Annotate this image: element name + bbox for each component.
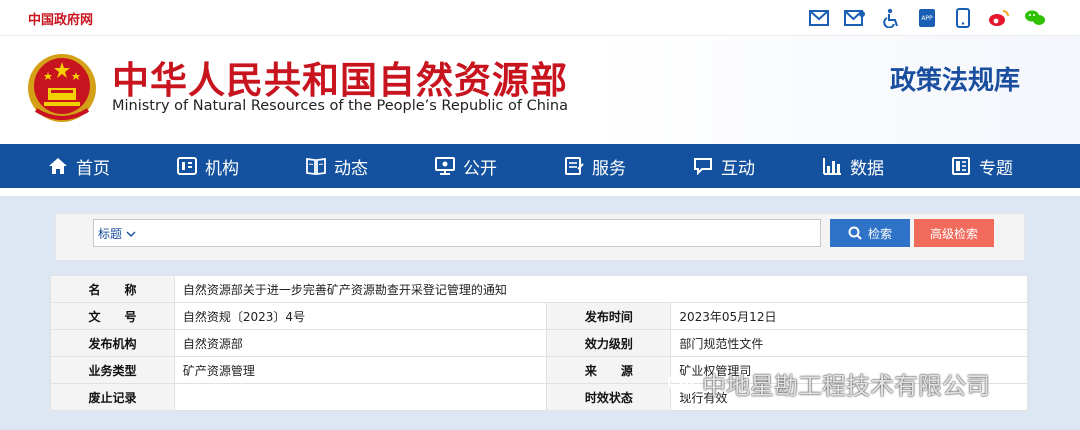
nav-item-label: 专题 bbox=[979, 158, 1013, 179]
nav-item-label: 动态 bbox=[334, 158, 368, 179]
search-input[interactable]: 标题 bbox=[93, 219, 821, 247]
section-title: 政策法规库 bbox=[889, 66, 1020, 96]
search-field-select[interactable]: 标题 bbox=[98, 225, 136, 242]
nav-item-service[interactable]: 服务 bbox=[564, 154, 693, 179]
nav-item-home[interactable]: 首页 bbox=[48, 154, 177, 179]
chart-icon bbox=[823, 158, 841, 175]
site-header: 中华人民共和国自然资源部 Ministry of Natural Resourc… bbox=[0, 36, 1080, 144]
subscribe-mail-icon[interactable] bbox=[844, 7, 866, 29]
table-row: 文 号 自然资规〔2023〕4号 发布时间 2023年05月12日 bbox=[50, 302, 1028, 330]
disclosure-icon bbox=[435, 157, 455, 175]
topic-icon bbox=[952, 157, 970, 175]
advanced-search-button[interactable]: 高级检索 bbox=[914, 219, 994, 247]
national-emblem-icon bbox=[26, 50, 98, 126]
publish-date-label: 发布时间 bbox=[546, 302, 672, 330]
main-nav: 首页 机构 动态 公开 服务 互动 数据 专题 bbox=[0, 144, 1080, 188]
nav-item-label: 服务 bbox=[592, 158, 626, 179]
nav-item-disclosure[interactable]: 公开 bbox=[435, 154, 564, 179]
search-panel: 标题 检索 高级检索 bbox=[55, 213, 1025, 261]
nav-item-org[interactable]: 机构 bbox=[177, 154, 306, 179]
source-label: 来 源 bbox=[546, 356, 672, 384]
interaction-icon bbox=[694, 158, 712, 175]
publish-date-value: 2023年05月12日 bbox=[670, 302, 1028, 330]
nav-item-label: 数据 bbox=[850, 158, 884, 179]
news-icon bbox=[306, 157, 326, 175]
nav-item-label: 机构 bbox=[205, 158, 239, 179]
search-button[interactable]: 检索 bbox=[830, 219, 910, 247]
wechat-icon[interactable] bbox=[1024, 7, 1046, 29]
svg-text:APP: APP bbox=[921, 15, 933, 22]
repeal-value bbox=[173, 383, 548, 411]
level-label: 效力级别 bbox=[546, 329, 672, 357]
status-label: 时效状态 bbox=[546, 383, 672, 411]
table-row: 发布机构 自然资源部 效力级别 部门规范性文件 bbox=[50, 329, 1028, 357]
nav-item-data[interactable]: 数据 bbox=[822, 154, 951, 179]
mobile-icon[interactable] bbox=[952, 7, 974, 29]
doc-no-value: 自然资规〔2023〕4号 bbox=[173, 302, 548, 330]
nav-item-label: 公开 bbox=[463, 158, 497, 179]
category-label: 业务类型 bbox=[50, 356, 175, 384]
table-row: 名 称 自然资源部关于进一步完善矿产资源勘查开采登记管理的通知 bbox=[50, 275, 1029, 303]
watermark-text: 中地星勘工程技术有限公司 bbox=[702, 372, 990, 400]
ministry-name-en: Ministry of Natural Resources of the Peo… bbox=[112, 98, 569, 114]
accessibility-icon[interactable] bbox=[880, 7, 902, 29]
name-value: 自然资源部关于进一步完善矿产资源勘查开采登记管理的通知 bbox=[173, 275, 1029, 303]
issuer-label: 发布机构 bbox=[50, 329, 175, 357]
app-icon[interactable]: APP bbox=[916, 7, 938, 29]
nav-item-topic[interactable]: 专题 bbox=[951, 154, 1080, 179]
repeal-label: 废止记录 bbox=[50, 383, 175, 411]
nav-item-label: 互动 bbox=[721, 158, 755, 179]
issuer-value: 自然资源部 bbox=[173, 329, 548, 357]
doc-no-label: 文 号 bbox=[50, 302, 175, 330]
nav-item-interaction[interactable]: 互动 bbox=[693, 154, 822, 179]
level-value: 部门规范性文件 bbox=[670, 329, 1028, 357]
search-field-label: 标题 bbox=[98, 227, 123, 241]
advanced-search-label: 高级检索 bbox=[929, 226, 978, 241]
watermark: 中地星勘工程技术有限公司 bbox=[668, 366, 990, 401]
nav-item-label: 首页 bbox=[76, 158, 110, 179]
ministry-name-cn: 中华人民共和国自然资源部 bbox=[112, 59, 568, 102]
top-icons: APP bbox=[808, 7, 1046, 29]
home-icon bbox=[49, 158, 67, 174]
top-bar: 中国政府网 APP bbox=[0, 0, 1080, 36]
wechat-icon bbox=[668, 373, 695, 394]
search-button-label: 检索 bbox=[867, 226, 892, 241]
mail-icon[interactable] bbox=[808, 7, 830, 29]
weibo-icon[interactable] bbox=[988, 7, 1010, 29]
category-value: 矿产资源管理 bbox=[173, 356, 548, 384]
service-icon bbox=[565, 157, 584, 175]
chevron-down-icon bbox=[126, 231, 136, 237]
org-icon bbox=[177, 157, 197, 175]
gov-portal-link[interactable]: 中国政府网 bbox=[28, 9, 93, 28]
search-icon bbox=[848, 226, 862, 240]
nav-item-news[interactable]: 动态 bbox=[306, 154, 435, 179]
name-label: 名 称 bbox=[50, 275, 175, 303]
